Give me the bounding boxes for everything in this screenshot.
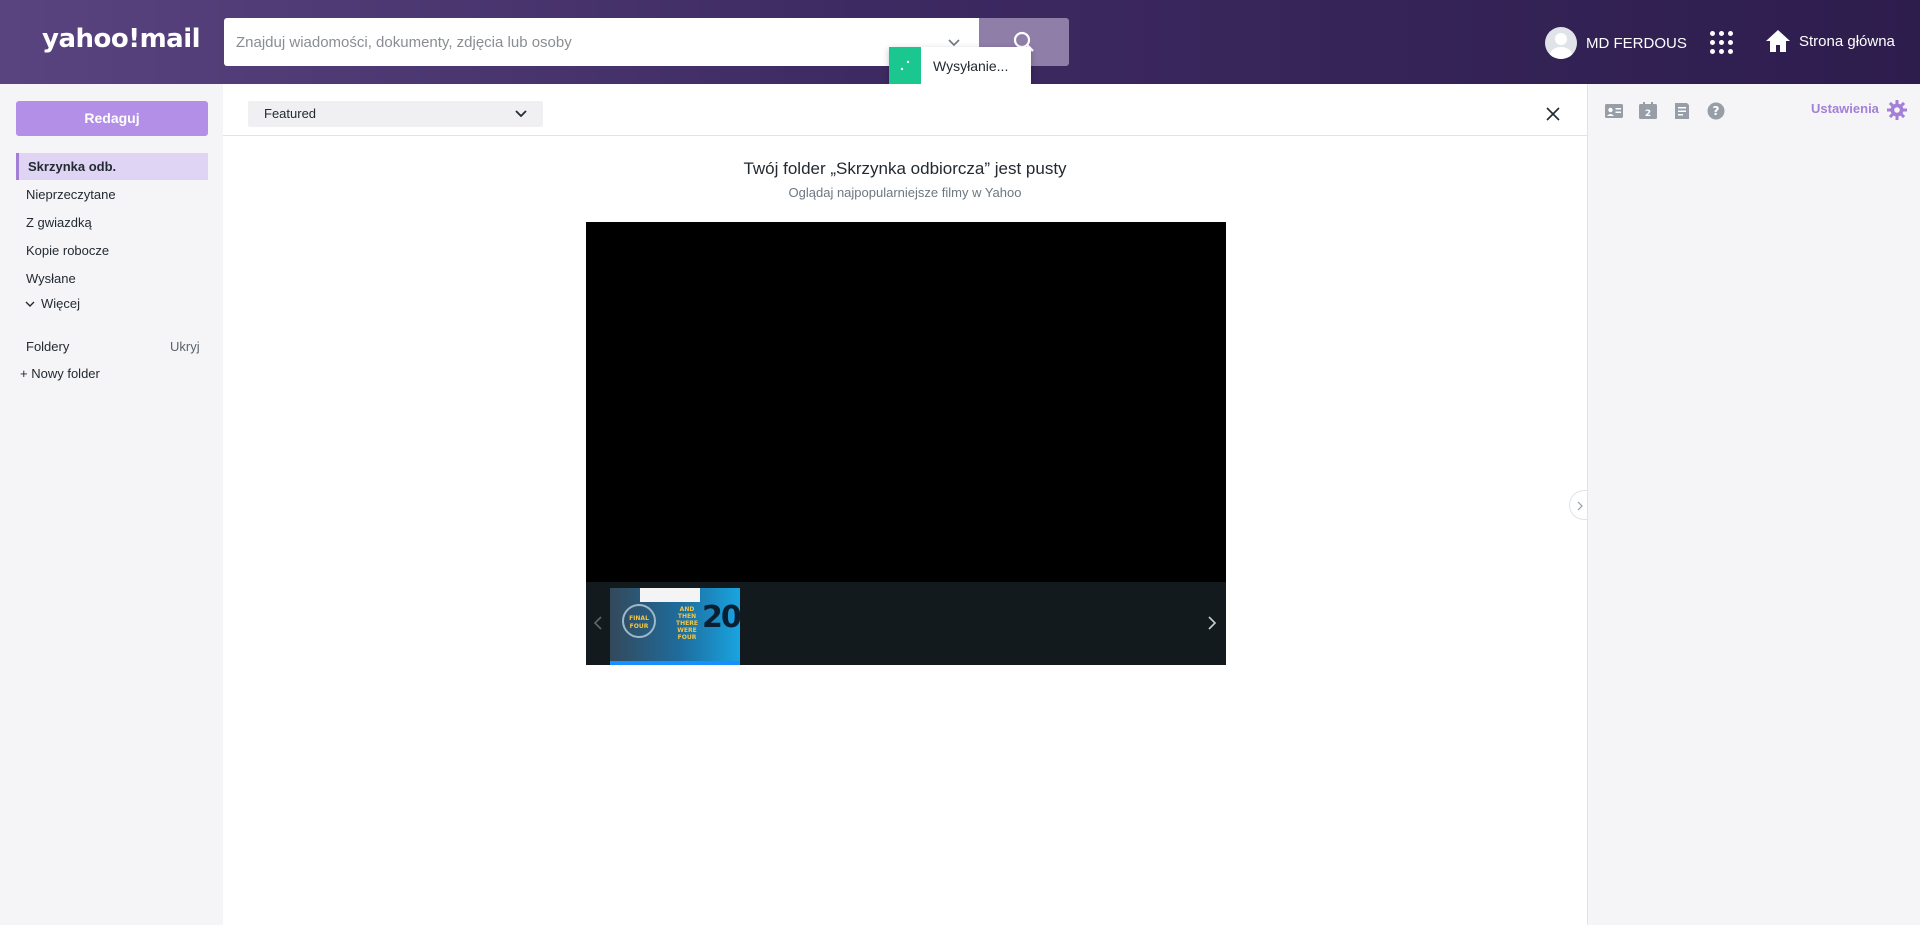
yahoo-mail-logo[interactable]: yahoo!mail xyxy=(42,24,201,54)
plus-icon: + xyxy=(20,366,32,381)
notepad-icon[interactable] xyxy=(1672,101,1692,121)
thumbnail-caption: AND THEN THERE WERE FOUR xyxy=(676,606,698,641)
home-link[interactable]: Strona główna xyxy=(1765,28,1895,54)
spinner-icon xyxy=(889,47,921,84)
search-input[interactable] xyxy=(224,18,924,66)
calendar-icon[interactable]: 2 xyxy=(1638,101,1658,121)
more-label: Więcej xyxy=(41,296,81,311)
sidebar-item-sent[interactable]: Wysłane xyxy=(16,265,208,292)
compose-button[interactable]: Redaguj xyxy=(16,101,208,136)
sidebar-item-drafts[interactable]: Kopie robocze xyxy=(16,237,208,264)
empty-folder-subtitle: Oglądaj najpopularniejsze filmy w Yahoo xyxy=(788,185,1022,200)
home-label: Strona główna xyxy=(1799,32,1895,50)
sidebar-more[interactable]: Więcej xyxy=(24,296,80,311)
sidebar-item-unread[interactable]: Nieprzeczytane xyxy=(16,181,208,208)
avatar xyxy=(1545,27,1577,59)
chevron-right-icon xyxy=(1577,501,1583,511)
folders-heading: Foldery xyxy=(26,339,70,354)
video-thumbnail[interactable]: FINAL FOUR AND THEN THERE WERE FOUR 2021 xyxy=(610,588,740,665)
sidebar-item-starred[interactable]: Z gwiazdką xyxy=(16,209,208,236)
thumbnail-year: 2021 xyxy=(702,600,740,635)
chevron-right-icon[interactable] xyxy=(1206,615,1218,631)
thumbnail-backdrop xyxy=(640,588,700,602)
contacts-icon[interactable] xyxy=(1604,101,1624,121)
main-content: Featured Twój folder „Skrzynka odbiorcza… xyxy=(223,84,1587,925)
final-four-logo: FINAL FOUR xyxy=(622,604,656,638)
calendar-day: 2 xyxy=(1645,109,1651,119)
sidebar-item-inbox[interactable]: Skrzynka odb. xyxy=(16,153,208,180)
thumbnail-selected-bar xyxy=(610,661,740,665)
chevron-down-icon xyxy=(515,110,527,118)
chevron-down-icon xyxy=(25,301,35,307)
featured-dropdown[interactable]: Featured xyxy=(248,101,543,127)
featured-label: Featured xyxy=(264,106,317,121)
header-bar: yahoo!mail Wysyłanie... MD FERDOUS xyxy=(0,0,1920,84)
new-folder-button[interactable]: + Nowy folder xyxy=(20,366,100,381)
chevron-left-icon[interactable] xyxy=(592,615,604,631)
left-sidebar: Redaguj Skrzynka odb. Nieprzeczytane Z g… xyxy=(0,84,223,925)
toast-text: Wysyłanie... xyxy=(933,58,1009,74)
svg-text:?: ? xyxy=(1713,104,1720,118)
apps-grid-icon[interactable] xyxy=(1710,31,1734,55)
close-icon[interactable] xyxy=(1543,104,1563,124)
gear-icon[interactable] xyxy=(1886,99,1908,121)
user-menu[interactable]: MD FERDOUS xyxy=(1545,27,1687,59)
main-toolbar: Featured xyxy=(223,84,1587,136)
empty-folder-title: Twój folder „Skrzynka odbiorcza” jest pu… xyxy=(743,159,1067,178)
settings-link[interactable]: Ustawienia xyxy=(1811,101,1879,116)
video-thumbnail-strip: FINAL FOUR AND THEN THERE WERE FOUR 2021 xyxy=(586,582,1226,665)
right-rail: 2 ? Ustawienia xyxy=(1569,84,1920,925)
hide-folders-link[interactable]: Ukryj xyxy=(170,339,200,354)
user-name: MD FERDOUS xyxy=(1586,34,1687,52)
sending-toast: Wysyłanie... xyxy=(889,47,1031,84)
search-box xyxy=(224,18,979,66)
home-icon xyxy=(1766,30,1790,52)
new-folder-label: Nowy folder xyxy=(31,366,100,381)
help-icon[interactable]: ? xyxy=(1706,101,1726,121)
video-player[interactable]: FINAL FOUR AND THEN THERE WERE FOUR 2021 xyxy=(586,222,1226,665)
